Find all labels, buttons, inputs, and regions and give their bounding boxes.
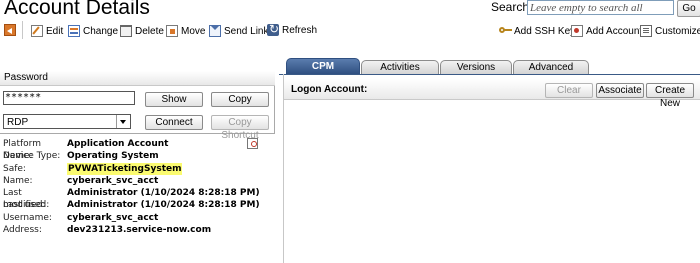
delete-button[interactable]: Delete xyxy=(119,25,164,37)
last-modified-row: Last modified: Administrator (1/10/2024 … xyxy=(3,187,260,211)
add-account-label: Add Account xyxy=(586,25,643,37)
last-used-value: Administrator (1/10/2024 8:28:18 PM) xyxy=(67,200,260,211)
create-new-button[interactable]: Create New xyxy=(646,83,694,109)
clear-button[interactable]: Clear xyxy=(545,83,593,98)
send-link-button[interactable]: Send Link xyxy=(209,25,268,37)
platform-name-row: Platform Name: Application Account xyxy=(3,138,260,162)
move-label: Move xyxy=(181,25,206,37)
tab-versions[interactable]: Versions xyxy=(440,60,512,74)
refresh-label: Refresh xyxy=(282,24,318,36)
refresh-button[interactable]: Refresh xyxy=(267,22,318,36)
trash-icon xyxy=(120,25,132,37)
tab-advanced[interactable]: Advanced xyxy=(513,60,589,74)
associate-button[interactable]: Associate xyxy=(596,83,644,98)
key-icon xyxy=(499,25,512,37)
go-button[interactable]: Go xyxy=(677,0,700,17)
name-row: Name: cyberark_svc_acct xyxy=(3,175,260,187)
customize-button[interactable]: Customize xyxy=(640,25,700,37)
customize-label: Customize xyxy=(655,25,700,37)
change-icon xyxy=(68,25,80,37)
name-label: Name: xyxy=(3,175,33,186)
username-value: cyberark_svc_acct xyxy=(67,212,159,223)
copy-button[interactable]: Copy xyxy=(211,92,269,107)
show-button[interactable]: Show xyxy=(145,92,203,107)
device-type-label: Device Type: xyxy=(3,151,61,162)
address-label: Address: xyxy=(3,225,42,236)
last-used-label: Last used: xyxy=(3,200,50,211)
password-panel-header: Password xyxy=(0,71,275,86)
address-row: Address: dev231213.service-now.com xyxy=(3,224,260,236)
last-modified-value: Administrator (1/10/2024 8:28:18 PM) xyxy=(67,188,260,199)
delete-label: Delete xyxy=(135,25,164,37)
add-ssh-key-label: Add SSH Key xyxy=(514,25,576,37)
safe-value: PVWATicketingSystem xyxy=(67,162,183,175)
envelope-icon xyxy=(209,25,221,37)
back-arrow-icon xyxy=(4,24,16,36)
password-label: Password xyxy=(4,72,48,83)
last-used-row: Last used: Administrator (1/10/2024 8:28… xyxy=(3,199,260,211)
change-label: Change xyxy=(83,25,119,37)
cpm-panel xyxy=(283,74,700,263)
address-value: dev231213.service-now.com xyxy=(67,225,212,236)
name-value: cyberark_svc_acct xyxy=(67,175,159,186)
page-title: Account Details xyxy=(4,0,150,19)
username-label: Username: xyxy=(3,212,52,223)
send-link-label: Send Link xyxy=(224,25,269,37)
connection-type-value: RDP xyxy=(7,117,29,128)
tab-cpm[interactable]: CPM xyxy=(286,58,360,74)
account-properties: Platform Name: Application Account Devic… xyxy=(3,138,260,236)
last-modified-label: Last modified: xyxy=(3,188,46,211)
device-type-row: Device Type: Operating System xyxy=(3,150,260,162)
platform-name-value: Application Account xyxy=(67,139,169,149)
edit-label: Edit xyxy=(46,25,64,37)
copy-shortcut-button[interactable]: Copy Shortcut xyxy=(211,115,269,141)
toolbar-separator xyxy=(22,21,23,39)
device-type-value: Operating System xyxy=(67,151,159,162)
add-account-button[interactable]: Add Account xyxy=(571,25,642,37)
tab-activities[interactable]: Activities xyxy=(361,60,439,74)
edit-pencil-icon xyxy=(31,25,43,37)
move-icon xyxy=(166,25,178,37)
connect-button[interactable]: Connect xyxy=(145,115,203,130)
back-button[interactable] xyxy=(4,24,19,36)
platform-name-label: Platform Name: xyxy=(3,139,41,162)
customize-icon xyxy=(640,25,652,37)
search-input[interactable] xyxy=(527,0,674,15)
chevron-down-icon xyxy=(116,115,130,128)
safe-row: Safe: PVWATicketingSystem xyxy=(3,162,260,175)
logon-account-label: Logon Account: xyxy=(291,84,368,95)
edit-button[interactable]: Edit xyxy=(31,25,63,37)
change-button[interactable]: Change xyxy=(68,25,118,37)
safe-label: Safe: xyxy=(3,163,26,174)
add-ssh-key-button[interactable]: Add SSH Key xyxy=(499,25,575,37)
refresh-icon xyxy=(267,22,279,36)
connection-type-select[interactable]: RDP xyxy=(3,114,131,129)
move-button[interactable]: Move xyxy=(166,25,205,37)
password-field[interactable]: ****** xyxy=(3,91,135,105)
add-account-icon xyxy=(571,25,583,37)
username-row: Username: cyberark_svc_acct xyxy=(3,212,260,224)
